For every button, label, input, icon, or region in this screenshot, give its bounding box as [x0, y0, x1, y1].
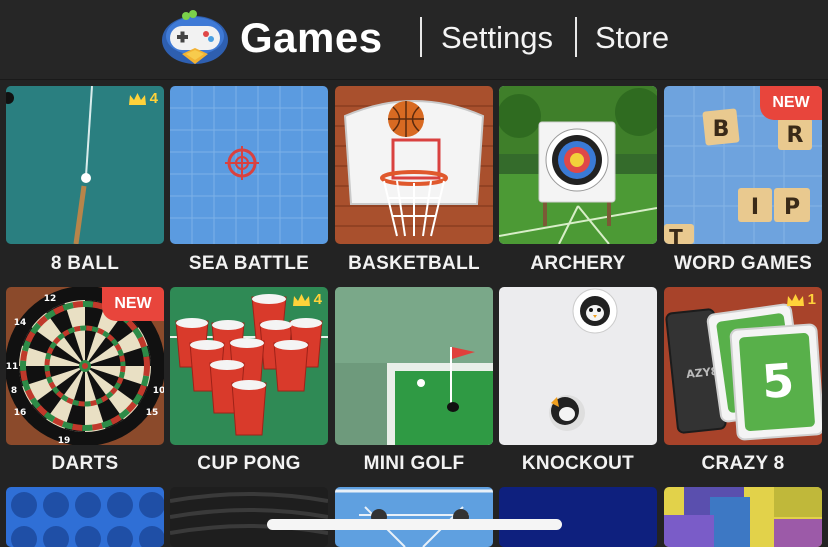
svg-text:8: 8 [11, 386, 17, 396]
crown-icon [292, 293, 310, 306]
tires-icon [170, 487, 328, 547]
settings-link[interactable]: Settings [441, 20, 553, 56]
tile-letter: R [787, 123, 804, 148]
tile-letter: B [713, 117, 730, 142]
new-badge: NEW [760, 86, 822, 120]
dark-game-icon [499, 487, 657, 547]
crown-badge: 4 [292, 291, 322, 308]
crown-icon [786, 293, 804, 306]
penguin-pucks-icon [499, 287, 657, 445]
crown-count: 1 [807, 291, 816, 308]
page-title: Games [240, 14, 383, 61]
game-label[interactable]: 8 BALL [3, 253, 167, 275]
svg-text:15: 15 [146, 408, 159, 418]
svg-text:19: 19 [58, 436, 71, 445]
gamepigeon-logo-icon [160, 10, 230, 66]
archery-target-icon [499, 86, 657, 244]
game-tile-knockout[interactable] [499, 287, 657, 445]
table-game-icon [335, 487, 493, 547]
store-link[interactable]: Store [595, 20, 669, 56]
game-label[interactable]: WORD GAMES [661, 253, 825, 275]
game-label[interactable]: BASKETBALL [332, 253, 496, 275]
cards-icon: AZY8 5 [664, 287, 822, 445]
svg-text:10: 10 [153, 386, 164, 396]
golf-flag-icon [335, 287, 493, 445]
new-badge: NEW [102, 287, 164, 321]
game-tile-connect-four[interactable] [6, 487, 164, 547]
game-label[interactable]: CUP PONG [167, 453, 331, 475]
pool-table-icon [6, 86, 164, 244]
home-indicator[interactable] [267, 519, 562, 530]
game-tile-cup-pong[interactable]: 4 [170, 287, 328, 445]
game-tile-dark[interactable] [499, 487, 657, 547]
game-label[interactable]: SEA BATTLE [167, 253, 331, 275]
game-tile-table[interactable] [335, 487, 493, 547]
svg-text:11: 11 [6, 362, 18, 372]
game-tile-word-games[interactable]: B R I P T NEW [664, 86, 822, 244]
crown-count: 4 [313, 291, 322, 308]
game-tile-crazy-8[interactable]: AZY8 5 1 [664, 287, 822, 445]
game-tile-archery[interactable] [499, 86, 657, 244]
red-cups-icon [170, 287, 328, 445]
game-label[interactable]: ARCHERY [496, 253, 660, 275]
crown-badge: 1 [786, 291, 816, 308]
svg-text:12: 12 [44, 294, 57, 304]
nav-divider [575, 17, 577, 57]
svg-text:14: 14 [14, 318, 27, 328]
game-tile-darts[interactable]: 12 14 11 8 16 19 15 10 NEW [6, 287, 164, 445]
crosshair-grid-icon [170, 86, 328, 244]
game-label[interactable]: MINI GOLF [332, 453, 496, 475]
game-tile-sea-battle[interactable] [170, 86, 328, 244]
crown-icon [128, 92, 146, 105]
nav-divider [420, 17, 422, 57]
game-tile-mini-golf[interactable] [335, 287, 493, 445]
crown-badge: 4 [128, 90, 158, 107]
card-value: 5 [760, 353, 796, 409]
blocks-icon [664, 487, 822, 547]
tile-letter: P [784, 195, 800, 220]
top-bar: Games Settings Store [0, 0, 828, 80]
game-tile-basketball[interactable] [335, 86, 493, 244]
game-tile-tires[interactable] [170, 487, 328, 547]
connect-four-icon [6, 487, 164, 547]
basketball-hoop-icon [335, 86, 493, 244]
tile-letter: T [669, 225, 683, 244]
tile-letter: I [751, 195, 759, 220]
game-tile-blocks[interactable] [664, 487, 822, 547]
game-label[interactable]: KNOCKOUT [496, 453, 660, 475]
game-label[interactable]: CRAZY 8 [661, 453, 825, 475]
game-label[interactable]: DARTS [3, 453, 167, 475]
crown-count: 4 [149, 90, 158, 107]
svg-text:16: 16 [14, 408, 27, 418]
game-tile-8-ball[interactable]: 4 [6, 86, 164, 244]
